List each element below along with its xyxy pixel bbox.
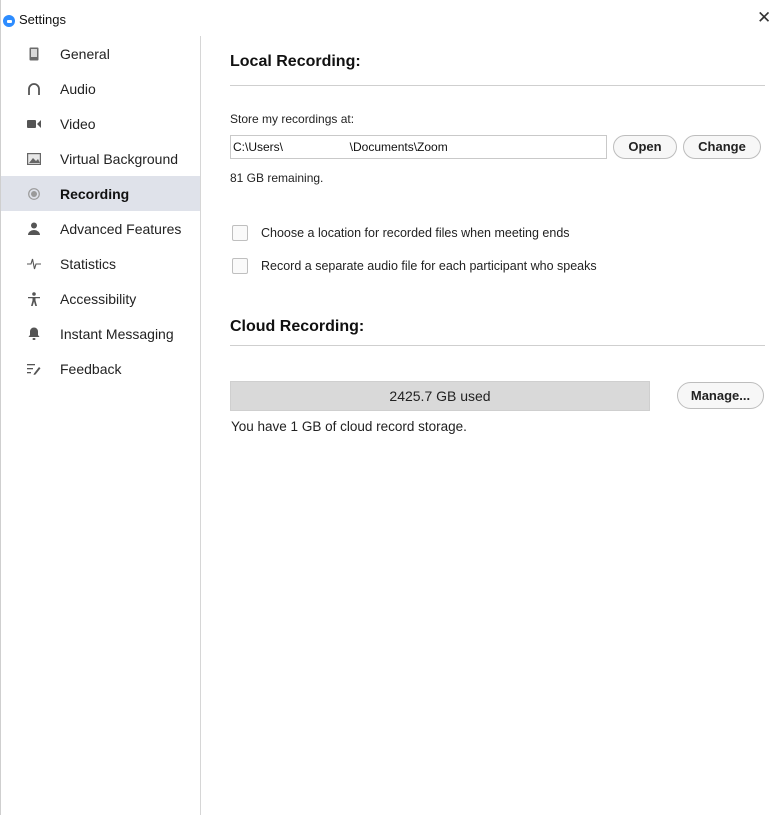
choose-location-checkbox[interactable] [232, 225, 248, 241]
video-camera-icon [27, 117, 41, 131]
sidebar-item-label: Feedback [60, 360, 122, 377]
sidebar-item-general[interactable]: General [1, 36, 200, 71]
sidebar-item-label: Instant Messaging [60, 325, 174, 342]
sidebar-item-label: Video [60, 115, 96, 132]
sidebar-item-label: Audio [60, 80, 96, 97]
sidebar-item-label: Virtual Background [60, 150, 179, 167]
sidebar-item-instant-messaging[interactable]: Instant Messaging [1, 316, 200, 351]
cloud-storage-usage-bar: 2425.7 GB used [230, 381, 650, 411]
bell-icon [27, 327, 41, 341]
sidebar-item-label: Recording [60, 185, 130, 202]
picture-icon [27, 152, 41, 166]
close-button[interactable]: ✕ [757, 9, 770, 26]
sidebar-item-video[interactable]: Video [1, 106, 200, 141]
recording-path-field[interactable]: C:\Users\ \Documents\Zoom [230, 135, 607, 159]
sidebar-item-label: Accessibility [60, 290, 137, 307]
cloud-storage-note: You have 1 GB of cloud record storage. [231, 419, 467, 434]
sidebar-item-statistics[interactable]: Statistics [1, 246, 200, 281]
window-title: Settings [19, 12, 66, 27]
sidebar-item-audio[interactable]: Audio [1, 71, 200, 106]
open-folder-button[interactable]: Open [613, 135, 677, 159]
pulse-icon [27, 257, 41, 271]
settings-sidebar: General Audio Video Virtual Background R… [1, 36, 201, 815]
store-recordings-label: Store my recordings at: [230, 112, 355, 126]
user-icon [27, 222, 41, 236]
choose-location-label: Choose a location for recorded files whe… [261, 226, 570, 240]
accessibility-icon [27, 291, 41, 306]
zoom-app-icon [3, 15, 15, 27]
sidebar-item-feedback[interactable]: Feedback [1, 351, 200, 386]
headphones-icon [27, 82, 41, 96]
feedback-icon [27, 362, 41, 376]
sidebar-item-recording[interactable]: Recording [1, 176, 200, 211]
sidebar-item-accessibility[interactable]: Accessibility [1, 281, 200, 316]
manage-cloud-button[interactable]: Manage... [677, 382, 764, 409]
sidebar-item-label: Advanced Features [60, 220, 182, 237]
local-recording-heading: Local Recording: [230, 53, 361, 70]
title-bar: Settings ✕ [1, 0, 770, 30]
sidebar-item-advanced-features[interactable]: Advanced Features [1, 211, 200, 246]
separate-audio-label: Record a separate audio file for each pa… [261, 259, 597, 273]
sidebar-item-virtual-background[interactable]: Virtual Background [1, 141, 200, 176]
record-icon [27, 187, 41, 201]
settings-window: Settings ✕ General Audio Video Virtual B… [0, 0, 770, 815]
phone-icon [27, 47, 41, 61]
cloud-recording-heading: Cloud Recording: [230, 318, 365, 335]
cloud-recording-divider [230, 345, 765, 346]
sidebar-item-label: General [60, 45, 110, 62]
cloud-storage-used-text: 2425.7 GB used [389, 388, 491, 404]
local-recording-divider [230, 85, 765, 86]
separate-audio-checkbox[interactable] [232, 258, 248, 274]
sidebar-item-label: Statistics [60, 255, 117, 272]
remaining-space-text: 81 GB remaining. [230, 171, 324, 185]
change-folder-button[interactable]: Change [683, 135, 761, 159]
